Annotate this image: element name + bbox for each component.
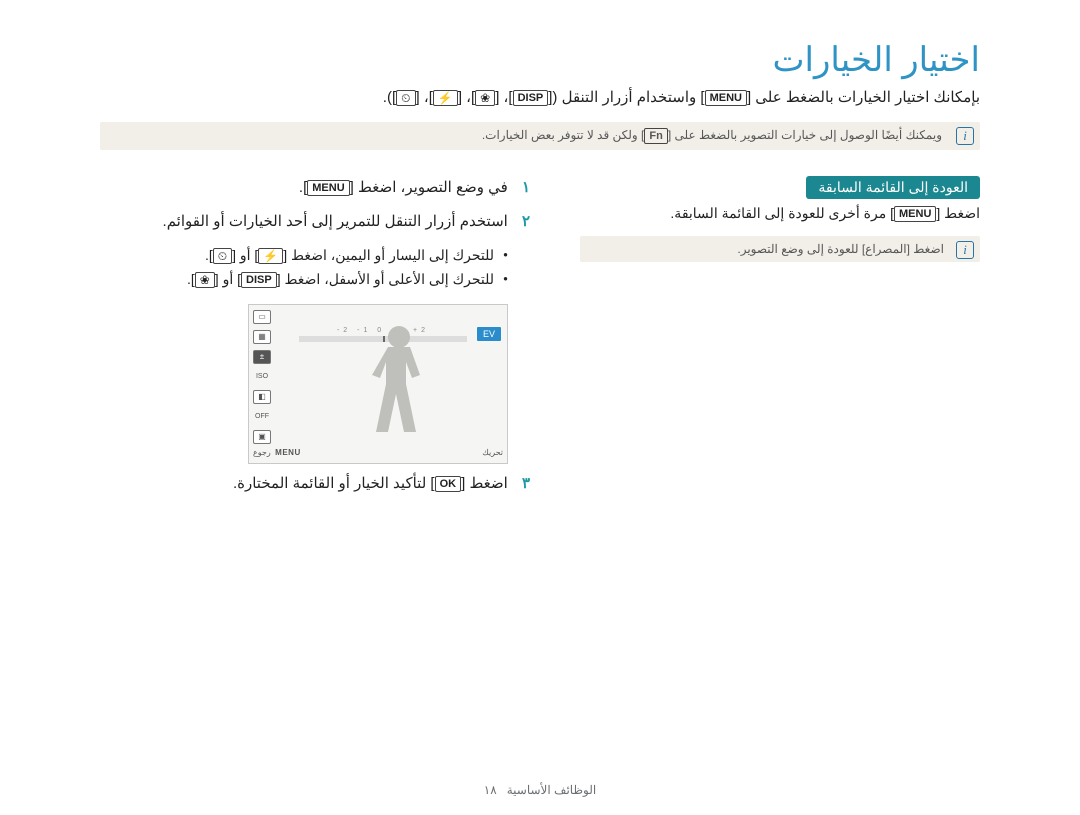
step-3: ٣ اضغط [OK] لتأكيد الخيار أو القائمة الم… (100, 472, 530, 496)
screen-side-icons: ▭ ▦ ± ISO ◧ OFF ▣ (249, 305, 277, 463)
footer-page-number: ١٨ (484, 783, 497, 797)
step-1: ١ في وضع التصوير، اضغط [MENU]. (100, 176, 530, 200)
macro-key-icon: ❀ (475, 90, 495, 106)
flash-key-icon: ⚡ (433, 90, 458, 106)
b2-post: ]. (187, 271, 195, 287)
shutter-note: i اضغط [المصراع] للعودة إلى وضع التصوير. (580, 236, 980, 262)
b2-pre: للتحرك إلى الأعلى أو الأسفل، اضغط [ (277, 271, 494, 287)
intro-mid1: ] واستخدام أزرار التنقل ([ (548, 89, 704, 106)
note-pre: ويمكنك أيضًا الوصول إلى خيارات التصوير ب… (668, 128, 942, 142)
step-3-pre: اضغط [ (461, 475, 508, 492)
ev-highlight: EV (477, 327, 501, 341)
b1-pre: للتحرك إلى اليسار أو اليمين، اضغط [ (283, 247, 494, 263)
info-icon: i (956, 127, 974, 145)
macro-key-icon-2: ❀ (195, 272, 215, 288)
sep2: ]، [ (458, 89, 475, 106)
step-1-menu-key: MENU (307, 180, 349, 196)
disp-key: DISP (513, 90, 549, 106)
prev-menu-key: MENU (894, 206, 936, 222)
page-footer: الوظائف الأساسية ١٨ (0, 783, 1080, 797)
camera-screen: ▭ ▦ ± ISO ◧ OFF ▣ -2 -1 0 +1 +2 EV (248, 304, 508, 464)
disp-key-2: DISP (241, 272, 277, 288)
step-2-bullets: للتحرك إلى اليسار أو اليمين، اضغط [⚡] أو… (100, 244, 508, 292)
step-1-post: ]. (299, 179, 307, 196)
size-icon: ▭ (253, 310, 271, 324)
step-2: ٢ استخدم أزرار التنقل للتمرير إلى أحد ال… (100, 210, 530, 234)
screen-move-label: تحريك (482, 448, 503, 457)
page-title: اختيار الخيارات (100, 40, 980, 80)
bullet-left-right: للتحرك إلى اليسار أو اليمين، اضغط [⚡] أو… (100, 244, 508, 268)
ok-key: OK (435, 476, 462, 492)
drive-icon: ▣ (253, 430, 271, 444)
facedet-off-icon: OFF (253, 410, 271, 424)
note-post: ] ولكن قد لا تتوفر بعض الخيارات. (482, 128, 645, 142)
prev-pre: اضغط [ (936, 205, 980, 221)
previous-menu-text: اضغط [MENU] مرة أخرى للعودة إلى القائمة … (580, 205, 980, 222)
intro-line: بإمكانك اختيار الخيارات بالضغط على [MENU… (100, 88, 980, 106)
flash-key-icon-2: ⚡ (258, 248, 283, 264)
ev-icon: ± (253, 350, 271, 364)
timer-key-icon-2: ⏲ (213, 248, 232, 264)
step-1-pre: في وضع التصوير، اضغط [ (350, 179, 508, 196)
step-1-number: ١ (512, 176, 530, 200)
quality-icon: ▦ (253, 330, 271, 344)
footer-section: الوظائف الأساسية (507, 783, 597, 797)
b1-or: ] أو [ (232, 247, 258, 263)
columns: ١ في وضع التصوير، اضغط [MENU]. ٢ استخدم … (100, 176, 980, 506)
right-column: ١ في وضع التصوير، اضغط [MENU]. ٢ استخدم … (100, 176, 530, 506)
page: اختيار الخيارات بإمكانك اختيار الخيارات … (0, 0, 1080, 815)
step-3-number: ٣ (512, 472, 530, 496)
screen-back-label: رجوع (253, 448, 271, 457)
step-2-number: ٢ (512, 210, 530, 234)
step-2-text: استخدم أزرار التنقل للتمرير إلى أحد الخي… (163, 213, 508, 230)
info-note: i ويمكنك أيضًا الوصول إلى خيارات التصوير… (100, 122, 980, 150)
bullet-up-down: للتحرك إلى الأعلى أو الأسفل، اضغط [DISP]… (100, 268, 508, 292)
intro-suffix: ]). (383, 89, 396, 106)
sep3: ]، [ (416, 89, 433, 106)
b2-or: ] أو [ (215, 271, 241, 287)
fn-key: Fn (644, 128, 667, 144)
subject-silhouette-icon (319, 317, 471, 437)
screen-menu-label: MENU (275, 448, 301, 457)
sep1: ]، [ (495, 89, 512, 106)
previous-menu-heading: العودة إلى القائمة السابقة (806, 176, 980, 199)
shutter-note-text: اضغط [المصراع] للعودة إلى وضع التصوير. (737, 242, 944, 256)
screen-bottom-bar: MENU رجوع تحريك (253, 445, 503, 461)
left-column: العودة إلى القائمة السابقة اضغط [MENU] م… (580, 176, 980, 262)
prev-post: ] مرة أخرى للعودة إلى القائمة السابقة. (670, 205, 894, 221)
info-icon-2: i (956, 241, 974, 259)
wb-icon: ◧ (253, 390, 271, 404)
intro-prefix: بإمكانك اختيار الخيارات بالضغط على [ (747, 89, 980, 106)
step-3-post: ] لتأكيد الخيار أو القائمة المختارة. (233, 475, 435, 492)
menu-key: MENU (705, 90, 747, 106)
iso-icon: ISO (253, 370, 271, 384)
timer-key-icon: ⏲ (396, 90, 415, 106)
b1-post: ]. (205, 247, 213, 263)
